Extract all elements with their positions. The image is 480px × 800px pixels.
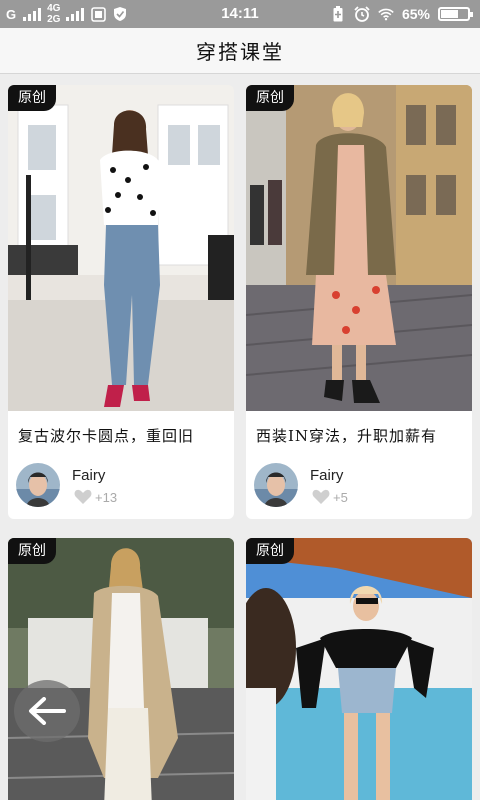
- like-count-value: +13: [95, 489, 118, 505]
- article-photo: [8, 538, 234, 800]
- article-title[interactable]: 复古波尔卡圆点，重回旧: [18, 425, 228, 446]
- wifi-icon: [378, 6, 394, 22]
- article-photo: [8, 85, 234, 411]
- author-avatar[interactable]: [254, 463, 298, 507]
- article-card[interactable]: 原创: [246, 538, 472, 800]
- original-badge: 原创: [246, 538, 294, 564]
- title-bar: 穿搭课堂: [0, 28, 480, 74]
- battery-saver-icon: [330, 6, 346, 22]
- author-name[interactable]: Fairy: [310, 467, 343, 484]
- original-badge: 原创: [8, 85, 56, 111]
- arrow-left-icon: [29, 697, 66, 725]
- heart-icon[interactable]: [312, 489, 330, 505]
- battery-percent: 65%: [401, 6, 430, 22]
- article-card[interactable]: 原创 复古波尔卡圆点，重回旧 Fairy +13: [8, 85, 234, 519]
- like-count-value: +5: [333, 489, 348, 505]
- article-photo: [246, 85, 472, 411]
- like-count[interactable]: +5: [312, 489, 348, 505]
- page-title: 穿搭课堂: [196, 40, 284, 64]
- like-count[interactable]: +13: [74, 489, 117, 505]
- article-card[interactable]: 原创 西装IN穿法，升职加薪有 Fairy +5: [246, 85, 472, 519]
- alarm-icon: [354, 6, 370, 22]
- original-badge: 原创: [8, 538, 56, 564]
- original-badge: 原创: [246, 85, 294, 111]
- author-avatar[interactable]: [16, 463, 60, 507]
- battery-icon: [438, 7, 473, 21]
- heart-icon[interactable]: [74, 489, 92, 505]
- author-name[interactable]: Fairy: [72, 467, 105, 484]
- article-title[interactable]: 西装IN穿法，升职加薪有: [256, 425, 466, 446]
- back-button[interactable]: [14, 680, 80, 742]
- article-card[interactable]: 原创: [8, 538, 234, 800]
- article-photo: [246, 538, 472, 800]
- status-right: 65%: [330, 0, 473, 28]
- status-bar: G 4G 2G 14:11 65%: [0, 0, 480, 28]
